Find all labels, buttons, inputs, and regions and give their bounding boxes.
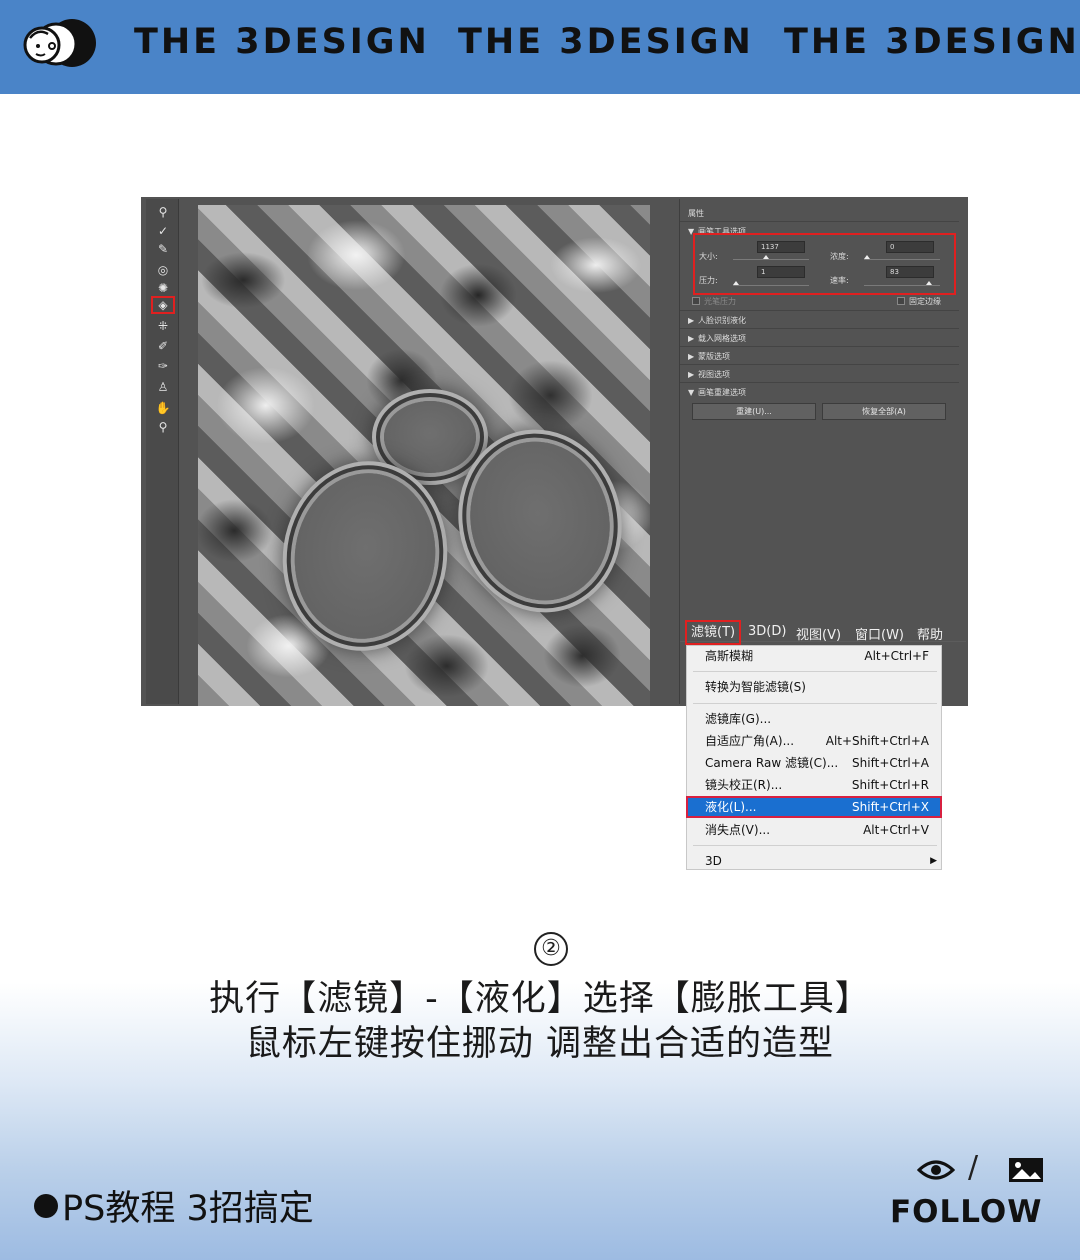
menu-item-liquify[interactable]: 液化(L)... Shift+Ctrl+X: [686, 796, 942, 818]
smooth-icon[interactable]: ✎: [151, 240, 175, 258]
rate-input[interactable]: 83: [886, 266, 934, 278]
section-mask-options[interactable]: ▶ 蒙版选项: [688, 351, 730, 362]
divider: [680, 364, 959, 365]
bloat-icon[interactable]: ◈: [151, 296, 175, 314]
menu-item-adaptive-wide-angle[interactable]: 自适应广角(A)... Alt+Shift+Ctrl+A: [687, 731, 941, 751]
section-brush-reconstruct[interactable]: ▼ 画笔重建选项: [688, 387, 746, 398]
bullet-dot: [34, 1194, 58, 1218]
liquify-canvas[interactable]: [198, 205, 650, 706]
image-icon: [1009, 1158, 1043, 1182]
eye-icon: [917, 1160, 955, 1180]
menu-item-lens-correction[interactable]: 镜头校正(R)... Shift+Ctrl+R: [687, 775, 941, 795]
bloated-shape: [284, 464, 446, 648]
step-number: ②: [534, 932, 568, 966]
twirl-icon[interactable]: ◎: [151, 261, 175, 279]
thaw-mask-icon[interactable]: ✑: [151, 357, 175, 375]
rate-slider[interactable]: [864, 281, 940, 286]
caption-line-1: 执行【滤镜】-【液化】选择【膨胀工具】: [209, 979, 871, 1019]
menu-item-gaussian-blur[interactable]: 高斯模糊 Alt+Ctrl+F: [687, 646, 941, 666]
zoom-icon[interactable]: ⚲: [151, 418, 175, 436]
face-tool-icon[interactable]: ♙: [151, 378, 175, 396]
density-label: 浓度:: [830, 252, 849, 261]
size-input[interactable]: 1137: [757, 241, 805, 253]
menu-item-vanishing-point[interactable]: 消失点(V)... Alt+Ctrl+V: [687, 820, 941, 840]
menu-item-filter-gallery[interactable]: 滤镜库(G)...: [687, 709, 941, 729]
menu-separator: [693, 845, 937, 846]
footer-title: PS教程 3招搞定: [34, 1180, 314, 1231]
hand-icon[interactable]: ✋: [151, 399, 175, 417]
menu-item-camera-raw[interactable]: Camera Raw 滤镜(C)... Shift+Ctrl+A: [687, 753, 941, 773]
panel-title: 属性: [688, 209, 704, 218]
menu-item-3d[interactable]: 3D ▶: [687, 851, 941, 871]
divider: [680, 346, 959, 347]
menu-bar: 滤镜(T) 3D(D) 视图(V) 窗口(W) 帮助: [684, 620, 944, 645]
push-left-icon[interactable]: ⁜: [151, 317, 175, 335]
separator-slash: /: [968, 1150, 979, 1185]
forward-warp-icon[interactable]: ⚲: [151, 203, 175, 221]
pressure-label: 压力:: [699, 276, 718, 285]
pin-edges-label: 固定边缘: [909, 297, 941, 306]
brand-title: THE 3DESIGN: [784, 22, 1080, 62]
density-input[interactable]: 0: [886, 241, 934, 253]
top-banner: THE 3DESIGN THE 3DESIGN THE 3DESIGN: [0, 0, 1080, 94]
divider: [680, 221, 959, 222]
restore-all-button[interactable]: 恢复全部(A): [822, 403, 946, 420]
menu-3d[interactable]: 3D(D): [748, 624, 786, 639]
reconstruct-button[interactable]: 重建(U)...: [692, 403, 816, 420]
divider: [680, 382, 959, 383]
bloated-shape: [384, 401, 476, 473]
menu-view[interactable]: 视图(V): [796, 624, 841, 643]
stylus-pressure-checkbox[interactable]: [692, 297, 700, 305]
menu-separator: [693, 703, 937, 704]
section-load-mesh[interactable]: ▶ 载入网格选项: [688, 333, 746, 344]
section-view-options[interactable]: ▶ 视图选项: [688, 369, 730, 380]
brand-title: THE 3DESIGN: [458, 22, 754, 62]
pressure-slider[interactable]: [733, 281, 809, 286]
pin-edges-checkbox[interactable]: [897, 297, 905, 305]
menu-help[interactable]: 帮助: [917, 624, 943, 643]
follow-label[interactable]: FOLLOW: [890, 1194, 1042, 1230]
menu-filter[interactable]: 滤镜(T): [685, 620, 742, 645]
pressure-input[interactable]: 1: [757, 266, 805, 278]
divider: [680, 328, 959, 329]
size-label: 大小:: [699, 252, 718, 261]
density-slider[interactable]: [864, 255, 940, 260]
pucker-icon[interactable]: ✺: [151, 279, 175, 297]
stylus-pressure-label: 光笔压力: [704, 297, 736, 306]
freeze-mask-icon[interactable]: ✐: [151, 337, 175, 355]
reconstruct-icon[interactable]: ✓: [151, 222, 175, 240]
size-slider[interactable]: [733, 255, 809, 260]
menu-window[interactable]: 窗口(W): [855, 624, 904, 643]
submenu-arrow-icon: ▶: [930, 856, 937, 866]
section-face-aware[interactable]: ▶ 人脸识别液化: [688, 315, 746, 326]
menu-item-convert-smart-filter[interactable]: 转换为智能滤镜(S): [687, 677, 941, 697]
brand-title: THE 3DESIGN: [134, 22, 430, 62]
three-faces-logo-icon: [23, 19, 96, 67]
divider: [680, 310, 959, 311]
bloated-shape: [453, 426, 627, 616]
menu-separator: [693, 671, 937, 672]
caption-line-2: 鼠标左键按住挪动 调整出合适的造型: [245, 1024, 835, 1064]
liquify-toolbar: ⚲ ✓ ✎ ◎ ✺ ◈ ⁜ ✐ ✑ ♙ ✋ ⚲: [146, 199, 179, 704]
rate-label: 速率:: [830, 276, 849, 285]
filter-dropdown: 高斯模糊 Alt+Ctrl+F 转换为智能滤镜(S) 滤镜库(G)... 自适应广…: [686, 645, 942, 870]
